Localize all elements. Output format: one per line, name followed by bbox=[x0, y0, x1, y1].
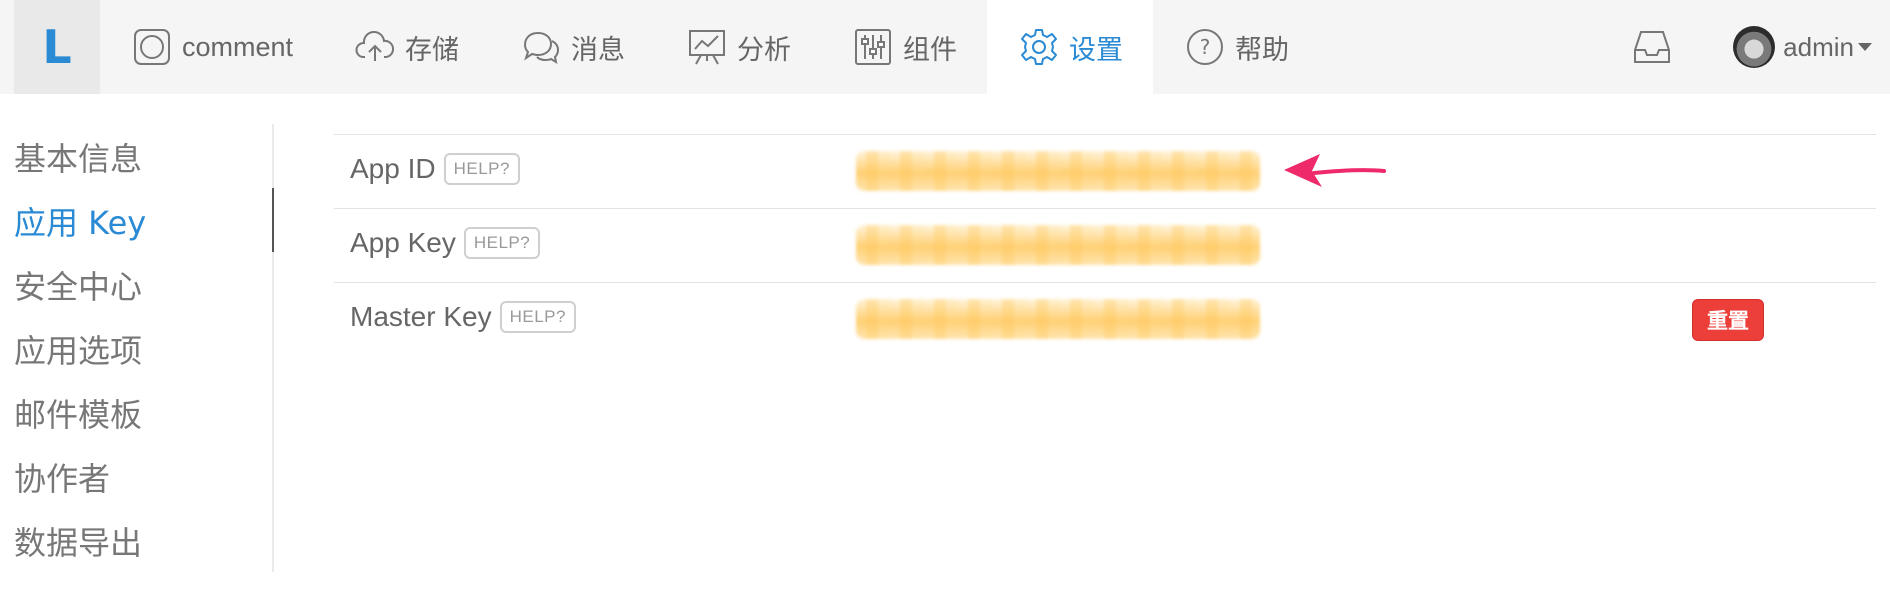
help-badge[interactable]: HELP? bbox=[463, 227, 541, 259]
chevron-down-icon bbox=[1858, 43, 1872, 51]
table-row-app-id: App ID HELP? bbox=[334, 134, 1876, 208]
nav-label: comment bbox=[182, 31, 294, 62]
redacted-key-value[interactable] bbox=[856, 151, 1260, 191]
key-name: App Key bbox=[350, 227, 456, 258]
logo-letter: L bbox=[42, 20, 72, 74]
nav-item-messages[interactable]: 消息 bbox=[489, 0, 655, 94]
nav-item-storage[interactable]: 存储 bbox=[323, 0, 489, 94]
app-keys-table: App ID HELP? App Key HELP? Master Key HE… bbox=[334, 134, 1876, 356]
inbox-icon[interactable] bbox=[1631, 26, 1673, 68]
table-row-master-key: Master Key HELP? 重置 bbox=[334, 282, 1876, 356]
svg-text:?: ? bbox=[1200, 35, 1211, 59]
key-name: App ID bbox=[350, 153, 436, 184]
sidebar-item-app-options[interactable]: 应用选项 bbox=[14, 326, 142, 372]
top-nav: L comment 存储 消息 分析 组件 设置 ? 帮助 admin bbox=[0, 0, 1890, 94]
redacted-key-value[interactable] bbox=[856, 299, 1260, 339]
sidebar-item-app-key[interactable]: 应用 Key bbox=[14, 198, 146, 244]
sidebar-active-marker bbox=[272, 188, 274, 252]
nav-item-help[interactable]: ? 帮助 bbox=[1153, 0, 1319, 94]
sidebar-item-data-export[interactable]: 数据导出 bbox=[14, 518, 142, 564]
nav-item-components[interactable]: 组件 bbox=[821, 0, 987, 94]
user-menu[interactable]: admin bbox=[1733, 26, 1872, 68]
settings-sidebar: 基本信息 应用 Key 安全中心 应用选项 邮件模板 协作者 数据导出 bbox=[0, 124, 274, 572]
help-circle-icon: ? bbox=[1187, 29, 1224, 65]
gear-icon bbox=[1021, 29, 1058, 65]
help-badge[interactable]: HELP? bbox=[499, 301, 576, 333]
chart-board-icon bbox=[689, 30, 726, 65]
user-name: admin bbox=[1783, 31, 1854, 62]
redacted-key-value[interactable] bbox=[856, 225, 1260, 265]
key-name: Master Key bbox=[350, 301, 492, 332]
nav-right: admin bbox=[1631, 0, 1890, 94]
table-row-app-key: App Key HELP? bbox=[334, 208, 1876, 282]
sidebar-item-collaborators[interactable]: 协作者 bbox=[14, 454, 110, 500]
cloud-upload-icon bbox=[355, 31, 395, 61]
sidebar-item-security[interactable]: 安全中心 bbox=[14, 262, 142, 308]
nav-label: 分析 bbox=[737, 34, 792, 65]
nav-item-analytics[interactable]: 分析 bbox=[655, 0, 821, 94]
app-square-icon bbox=[134, 29, 170, 65]
nav-label: 帮助 bbox=[1235, 34, 1290, 65]
nav-item-comment[interactable]: comment bbox=[100, 0, 323, 94]
row-label: App Key HELP? bbox=[350, 227, 541, 259]
avatar bbox=[1733, 26, 1776, 68]
reset-master-key-button[interactable]: 重置 bbox=[1692, 299, 1764, 341]
help-badge[interactable]: HELP? bbox=[443, 153, 520, 185]
sliders-icon bbox=[855, 29, 892, 65]
row-label: Master Key HELP? bbox=[350, 301, 576, 333]
nav-item-settings[interactable]: 设置 bbox=[987, 0, 1154, 94]
nav-label: 消息 bbox=[571, 34, 626, 65]
nav-label: 设置 bbox=[1069, 34, 1124, 65]
nav-label: 组件 bbox=[903, 34, 958, 65]
sidebar-item-email-templates[interactable]: 邮件模板 bbox=[14, 390, 142, 436]
sidebar-item-basic-info[interactable]: 基本信息 bbox=[14, 134, 142, 180]
row-label: App ID HELP? bbox=[350, 153, 520, 185]
chat-bubbles-icon bbox=[524, 31, 560, 65]
logo[interactable]: L bbox=[14, 0, 100, 94]
nav-label: 存储 bbox=[405, 34, 460, 65]
annotation-arrow-icon bbox=[1284, 154, 1386, 187]
